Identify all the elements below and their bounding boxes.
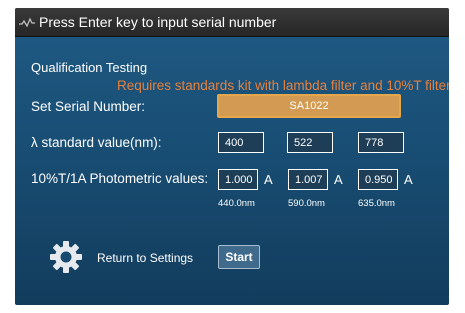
lambda-input-3[interactable]: 778 [358,132,404,153]
photometric-unit-2: A [334,172,343,187]
wavelength-label-1: 440.0nm [218,198,255,209]
start-button[interactable]: Start [218,245,260,269]
section-title: Qualification Testing [31,60,148,75]
photometric-label: 10%T/1A Photometric values: [31,171,209,186]
photometric-input-2[interactable]: 1.007 [288,169,328,190]
lambda-label: λ standard value(nm): [31,135,162,150]
photometric-input-3[interactable]: 0.950 [358,169,398,190]
requirement-note: Requires standards kit with lambda filte… [117,78,449,93]
photometric-unit-1: A [264,172,273,187]
wavelength-label-2: 590.0nm [288,198,325,209]
wavelength-label-3: 635.0nm [358,198,395,209]
lambda-input-2[interactable]: 522 [287,132,333,153]
instrument-screen: Press Enter key to input serial number Q… [15,8,449,305]
title-text: Press Enter key to input serial number [39,14,277,30]
title-bar: Press Enter key to input serial number [15,8,449,37]
signal-wave-icon [17,12,37,32]
lambda-input-1[interactable]: 400 [218,132,264,153]
return-to-settings-link[interactable]: Return to Settings [97,251,193,265]
photometric-input-1[interactable]: 1.000 [218,169,258,190]
photometric-unit-3: A [404,172,413,187]
gear-icon[interactable] [49,240,83,274]
serial-label: Set Serial Number: [31,99,146,114]
serial-number-input[interactable]: SA1022 [217,94,401,118]
